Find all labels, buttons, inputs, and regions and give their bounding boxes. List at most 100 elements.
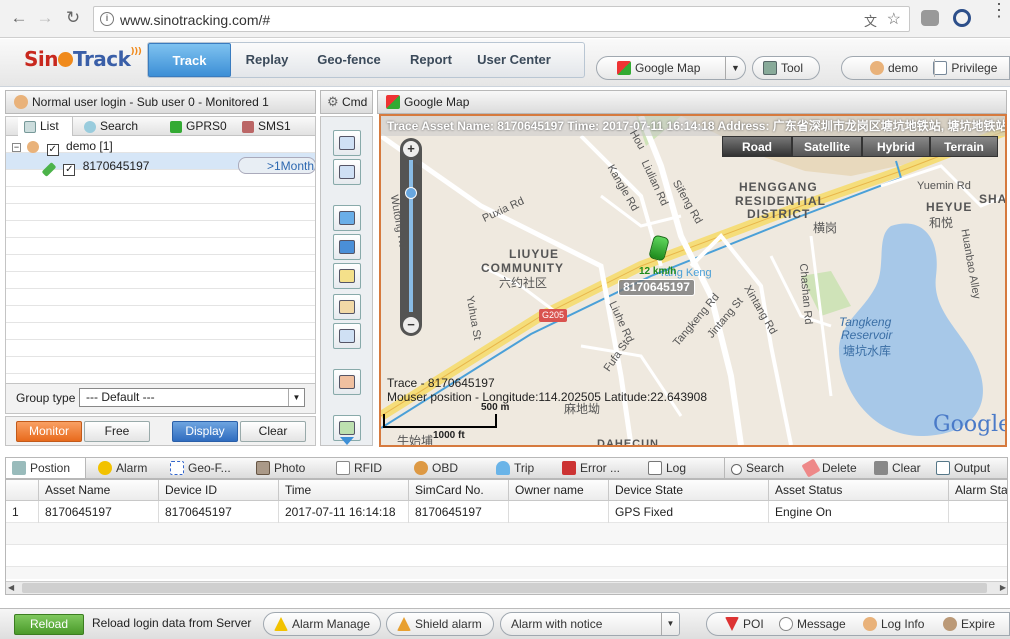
tab-list[interactable]: List (18, 117, 73, 136)
col-simcard[interactable]: SimCard No. (409, 480, 509, 501)
expire-link[interactable]: Expire (943, 613, 995, 635)
scroll-down-icon[interactable] (340, 437, 354, 445)
reload-button[interactable]: Reload (14, 614, 84, 635)
device-tree: − ✓ demo [1] ✓ 8170645197 >1Month (5, 136, 316, 384)
col-time[interactable]: Time (279, 480, 409, 501)
map-type-hybrid[interactable]: Hybrid (862, 136, 930, 157)
login-status: Normal user login - Sub user 0 - Monitor… (32, 95, 269, 109)
cmd-button-5[interactable] (333, 263, 361, 289)
privilege-link[interactable]: Privilege (951, 61, 997, 75)
poi-link[interactable]: POI (725, 613, 764, 635)
shield-alarm-button[interactable]: Shield alarm (386, 612, 494, 636)
tab-error[interactable]: Error ... (556, 458, 636, 478)
browser-toolbar: ← → ↻ i www.sinotracking.com/# 文 ☆ ⋮ (0, 0, 1010, 38)
tab-list-label: List (40, 119, 59, 133)
tab-obd[interactable]: OBD (408, 458, 480, 478)
alarm-notice-select[interactable]: Alarm with notice ▼ (500, 612, 680, 636)
cmd-button-7[interactable] (333, 323, 361, 349)
monitor-button[interactable]: Monitor (16, 421, 82, 442)
free-button[interactable]: Free (84, 421, 150, 442)
tab-trip[interactable]: Trip (490, 458, 560, 478)
scroll-right-icon[interactable]: ▶ (1000, 583, 1006, 592)
map-type-terrain[interactable]: Terrain (930, 136, 998, 157)
clear-button[interactable]: Clear (240, 421, 306, 442)
col-device-id[interactable]: Device ID (159, 480, 279, 501)
tab-replay[interactable]: Replay (238, 43, 296, 77)
cmd-button-8[interactable] (333, 369, 361, 395)
tab-sms[interactable]: SMS1 (240, 117, 304, 136)
tab-geo-fence[interactable]: Geo-fence (308, 43, 390, 77)
log-info-label: Log Info (881, 617, 925, 631)
device-row[interactable]: ✓ 8170645197 >1Month (41, 157, 315, 177)
zoom-track[interactable] (409, 160, 413, 312)
tab-geo-fence[interactable]: Geo-F... (164, 458, 246, 478)
col-alarm-status[interactable]: Alarm Sta (949, 480, 1007, 501)
group-type-select[interactable]: --- Default --- ▼ (79, 388, 305, 407)
tool-button[interactable]: Tool (752, 56, 820, 80)
forward-icon[interactable]: → (34, 7, 56, 29)
display-button[interactable]: Display (172, 421, 238, 442)
log-info-link[interactable]: Log Info (863, 613, 924, 635)
col-device-state[interactable]: Device State (609, 480, 769, 501)
tab-user-center[interactable]: User Center (473, 43, 555, 77)
tab-track[interactable]: Track (148, 43, 231, 77)
cmd-button-1[interactable] (333, 130, 361, 156)
cell-device-state: GPS Fixed (609, 501, 769, 523)
search-action[interactable]: Search (724, 458, 798, 478)
cmd-button-3[interactable] (333, 205, 361, 231)
extension-e-icon[interactable] (953, 9, 971, 27)
expiry-tag[interactable]: >1Month (238, 157, 315, 174)
table-row[interactable]: 1 8170645197 8170645197 2017-07-11 16:14… (6, 501, 1007, 523)
tab-log-label: Log (666, 461, 687, 475)
col-asset-name[interactable]: Asset Name (39, 480, 159, 501)
zoom-out-icon[interactable]: − (403, 317, 419, 333)
zoom-handle[interactable] (405, 187, 417, 199)
tab-position[interactable]: Postion (6, 458, 86, 478)
translate-icon[interactable]: 文 (864, 11, 877, 30)
map-provider-select[interactable]: Google Map ▼ (596, 56, 746, 80)
back-icon[interactable]: ← (8, 7, 30, 29)
collapse-icon[interactable]: − (12, 143, 21, 152)
output-action[interactable]: Output (930, 458, 1008, 478)
cmd-button-6[interactable] (333, 294, 361, 320)
tree-group-row[interactable]: − ✓ demo [1] (12, 138, 113, 156)
cmd-button-2[interactable] (333, 159, 361, 185)
error-icon (562, 461, 576, 475)
col-owner[interactable]: Owner name (509, 480, 609, 501)
extension-icon[interactable] (921, 10, 939, 26)
group-checkbox[interactable]: ✓ (46, 144, 59, 156)
star-icon[interactable]: ☆ (887, 9, 901, 29)
delete-action[interactable]: Delete (798, 458, 864, 478)
pin-icon (725, 617, 739, 631)
tab-gprs[interactable]: GPRS0 (168, 117, 232, 136)
map-type-road[interactable]: Road (722, 136, 792, 157)
vehicle-label[interactable]: 8170645197 (618, 279, 695, 296)
tab-photo[interactable]: Photo (250, 458, 322, 478)
chevron-down-icon[interactable]: ▼ (725, 57, 745, 79)
horizontal-scrollbar[interactable]: ◀ ▶ (6, 581, 1007, 594)
map-canvas[interactable]: Trace Asset Name: 8170645197 Time: 2017-… (379, 114, 1007, 447)
reload-icon[interactable]: ↻ (62, 7, 84, 29)
clear-action[interactable]: Clear (868, 458, 930, 478)
tab-search[interactable]: Search (78, 117, 144, 136)
info-icon[interactable]: i (100, 12, 114, 26)
scroll-left-icon[interactable]: ◀ (8, 583, 14, 592)
cmd-button-4[interactable] (333, 234, 361, 260)
tab-report[interactable]: Report (400, 43, 462, 77)
map-label-henggang-cn: 横岗 (813, 221, 838, 235)
message-link[interactable]: Message (779, 613, 846, 635)
user-name[interactable]: demo (888, 61, 918, 75)
scrollbar-thumb[interactable] (22, 583, 987, 593)
alarm-manage-button[interactable]: Alarm Manage (263, 612, 381, 636)
tab-log[interactable]: Log (642, 458, 718, 478)
chevron-down-icon[interactable]: ▼ (288, 389, 304, 406)
col-asset-status[interactable]: Asset Status (769, 480, 949, 501)
chevron-down-icon[interactable]: ▼ (661, 613, 679, 635)
device-checkbox[interactable]: ✓ (63, 164, 76, 176)
zoom-in-icon[interactable]: + (403, 141, 419, 157)
map-type-satellite[interactable]: Satellite (792, 136, 862, 157)
address-bar[interactable]: i www.sinotracking.com/# 文 ☆ (93, 6, 910, 32)
menu-icon[interactable]: ⋮ (990, 1, 1008, 19)
tab-rfid[interactable]: RFID (330, 458, 400, 478)
tab-alarm[interactable]: Alarm (92, 458, 164, 478)
